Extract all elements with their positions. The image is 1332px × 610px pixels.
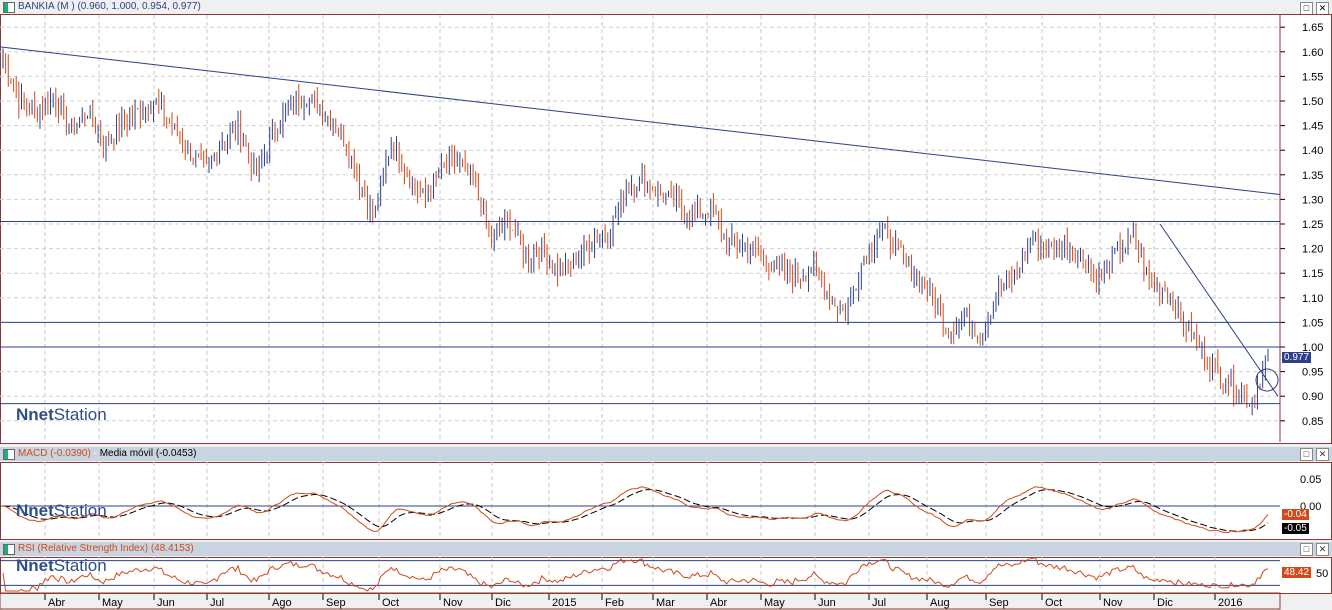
x-tick-label: Mar <box>656 597 675 609</box>
x-tick-label: 2016 <box>1218 597 1242 609</box>
x-tick-label: Ago <box>272 597 292 609</box>
x-tick-label: Abr <box>710 597 727 609</box>
ma-value-label: -0.05 <box>1282 523 1309 534</box>
y-tick-label: 1.10 <box>1302 293 1323 305</box>
y-tick-label: 1.60 <box>1302 47 1323 59</box>
x-tick-label: Jun <box>818 597 836 609</box>
x-tick-label: Aug <box>930 597 950 609</box>
date-axis <box>0 592 1281 610</box>
trendline <box>1159 223 1279 397</box>
x-tick-label: Sep <box>326 597 346 609</box>
stock-chart: Abr May Jun Jul Ago Sep Oct Nov Dic 2015 Feb Mar Abr… <box>0 15 1328 610</box>
last-price-label: 0.977 <box>1282 352 1312 363</box>
x-tick-label: Feb <box>605 597 624 609</box>
y-tick-label: 1.05 <box>1302 317 1323 329</box>
rsi-line <box>2 557 1269 592</box>
x-tick-label: Oct <box>382 597 399 609</box>
y-tick-label: 0.90 <box>1302 391 1323 403</box>
x-tick-label: May <box>764 597 785 609</box>
macd-signal-line <box>2 488 1269 532</box>
x-tick-label: Nov <box>1103 597 1123 609</box>
y-tick-label: 1.25 <box>1302 219 1323 231</box>
y-tick-label: 1.45 <box>1302 121 1323 133</box>
y-tick-label: 0.85 <box>1302 416 1323 428</box>
x-tick-label: May <box>102 597 123 609</box>
x-tick-label: Sep <box>989 597 1009 609</box>
y-tick-label: 1.55 <box>1302 71 1323 83</box>
y-tick-label: 1.15 <box>1302 268 1323 280</box>
x-tick-label: Abr <box>48 597 65 609</box>
y-tick-label: 1.20 <box>1302 244 1323 256</box>
netstation-watermark-rsi: NnetStation <box>16 556 107 575</box>
x-tick-label: Jul <box>210 597 224 609</box>
y-tick-label: 1.65 <box>1302 22 1323 34</box>
y-tick-label: 1.35 <box>1302 170 1323 182</box>
x-tick-label: Jun <box>157 597 175 609</box>
y-tick-label: 1.30 <box>1302 194 1323 206</box>
macd-tick-label: 0.05 <box>1300 474 1321 486</box>
y-tick-label: 1.40 <box>1302 145 1323 157</box>
x-tick-label: Nov <box>443 597 463 609</box>
y-tick-label: 1.50 <box>1302 96 1323 108</box>
x-tick-label: 2015 <box>552 597 576 609</box>
macd-value-label: -0.04 <box>1282 509 1309 520</box>
x-tick-label: Dic <box>1157 597 1173 609</box>
macd-line <box>2 486 1269 534</box>
netstation-watermark: NnetStation <box>16 405 107 424</box>
y-tick-label: 0.95 <box>1302 367 1323 379</box>
x-tick-label: Jul <box>872 597 886 609</box>
netstation-watermark-macd: NnetStation <box>16 501 107 520</box>
rsi-tick-label: 50 <box>1316 568 1328 580</box>
x-tick-label: Oct <box>1045 597 1062 609</box>
x-tick-label: Dic <box>495 597 511 609</box>
trendline <box>0 46 1281 195</box>
rsi-value-label: 48.42 <box>1282 567 1312 578</box>
